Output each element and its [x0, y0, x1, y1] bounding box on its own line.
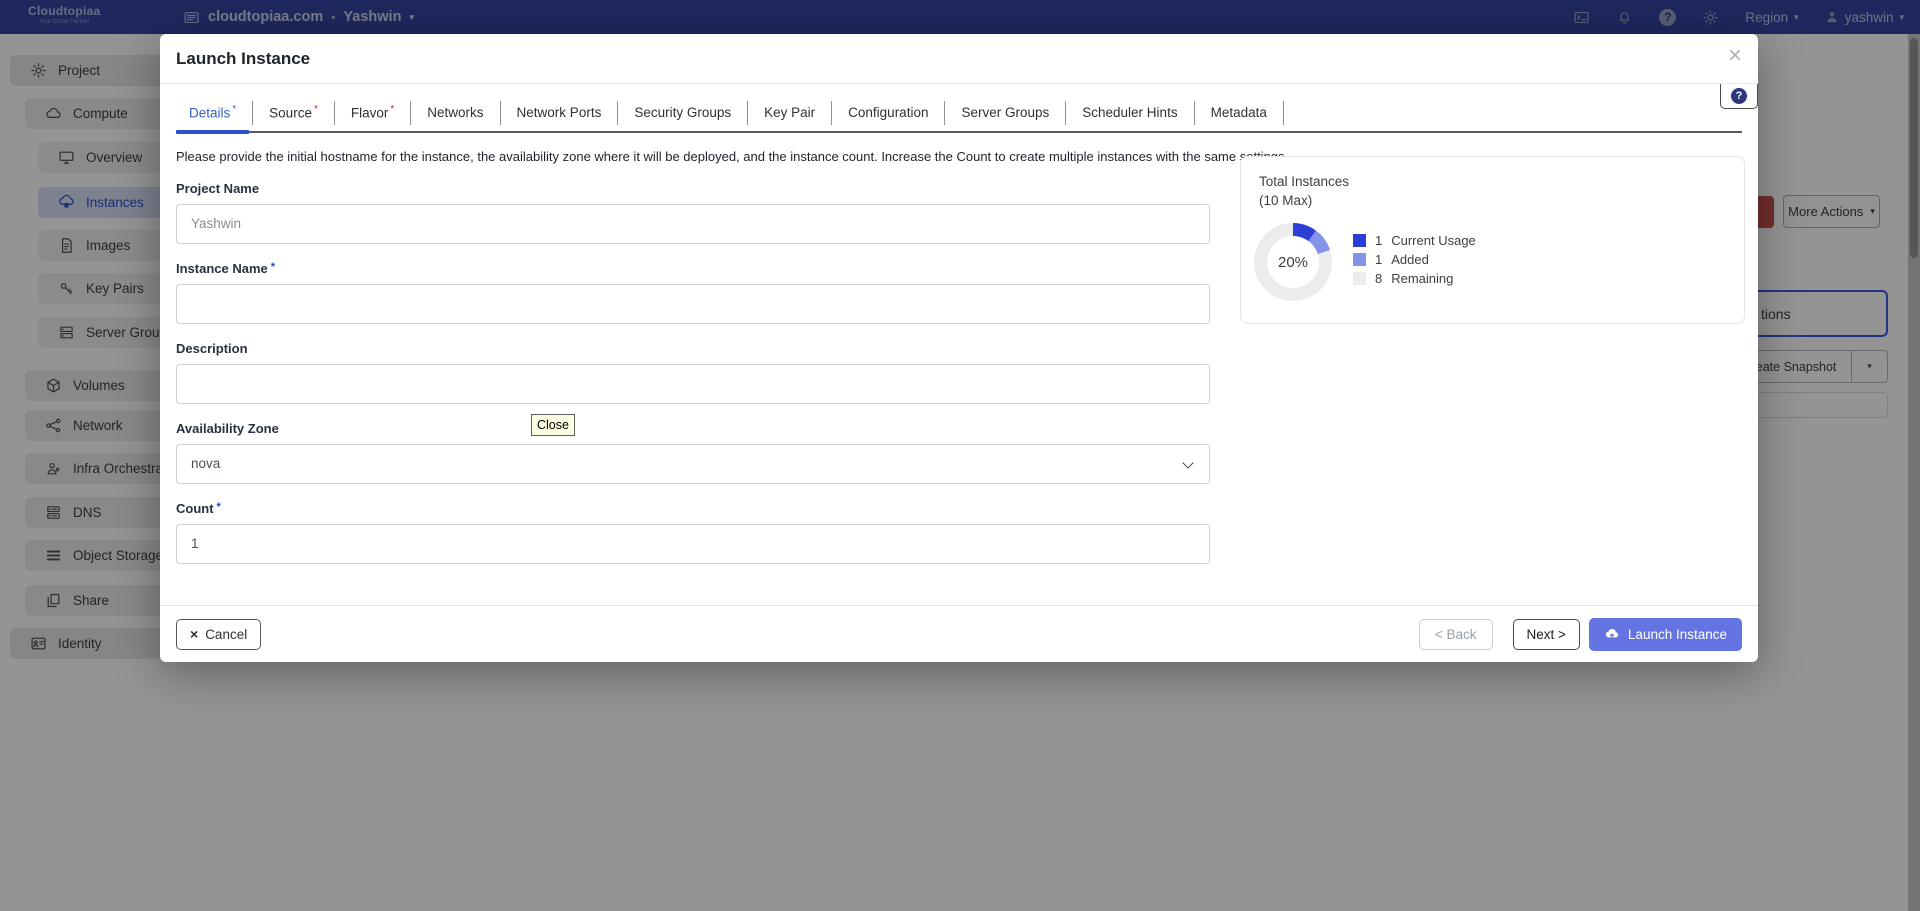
project-name-input[interactable]	[176, 204, 1210, 244]
legend-value: 1	[1375, 233, 1382, 248]
legend-label: Current Usage	[1391, 233, 1476, 248]
legend-value: 8	[1375, 271, 1382, 286]
quota-donut-chart: 20%	[1254, 223, 1332, 301]
tab-source[interactable]: Source*	[256, 96, 331, 131]
legend-label: Remaining	[1391, 271, 1453, 286]
count-field: Count*	[176, 501, 1742, 564]
tab-divider	[747, 101, 748, 125]
help-button[interactable]: ?	[1720, 84, 1758, 109]
tab-details[interactable]: Details*	[176, 96, 249, 131]
donut-ring: 20%	[1254, 223, 1332, 301]
launch-instance-label: Launch Instance	[1628, 627, 1727, 642]
tab-divider	[1065, 101, 1066, 125]
availability-zone-field: Availability Zone nova	[176, 421, 1742, 484]
app-root: Cloudtopiaa Your Cloud Partner cloudtopi…	[0, 0, 1920, 911]
required-marker: *	[217, 501, 221, 513]
tab-label: Configuration	[848, 105, 928, 120]
instance-name-input[interactable]	[176, 284, 1210, 324]
tab-label: Details	[189, 106, 230, 121]
tab-divider	[252, 101, 253, 125]
tab-network-ports[interactable]: Network Ports	[504, 97, 615, 130]
legend-swatch	[1353, 272, 1366, 285]
legend-swatch	[1353, 253, 1366, 266]
tab-label: Key Pair	[764, 105, 815, 120]
required-marker: *	[232, 104, 236, 115]
tab-configuration[interactable]: Configuration	[835, 97, 941, 130]
description-field: Description	[176, 341, 1742, 404]
close-tooltip: Close	[531, 414, 575, 436]
tab-divider	[1194, 101, 1195, 125]
description-label: Description	[176, 341, 1742, 356]
count-label: Count*	[176, 501, 1742, 516]
availability-zone-select[interactable]: nova	[176, 444, 1210, 484]
launch-instance-modal: Launch Instance × ? Details*Source*Flavo…	[160, 34, 1758, 662]
tab-key-pair[interactable]: Key Pair	[751, 97, 828, 130]
modal-title: Launch Instance	[176, 49, 310, 69]
quota-title-line1: Total Instances	[1259, 172, 1744, 191]
legend-swatch	[1353, 234, 1366, 247]
count-input[interactable]	[176, 524, 1210, 564]
tab-flavor[interactable]: Flavor*	[338, 96, 407, 131]
total-instances-quota-card: Total Instances (10 Max) 20% 1 Current Us…	[1240, 156, 1745, 324]
tab-label: Source	[269, 106, 312, 121]
tab-divider	[617, 101, 618, 125]
quota-title: Total Instances (10 Max)	[1259, 172, 1744, 210]
legend-row-remaining: 8 Remaining	[1353, 269, 1476, 288]
legend-row-added: 1 Added	[1353, 250, 1476, 269]
question-icon: ?	[1731, 88, 1747, 104]
back-label: < Back	[1435, 627, 1477, 642]
required-marker: *	[314, 104, 318, 115]
chevron-down-icon	[1182, 457, 1193, 468]
tab-server-groups[interactable]: Server Groups	[948, 97, 1062, 130]
tab-divider	[1283, 101, 1284, 125]
tab-scheduler-hints[interactable]: Scheduler Hints	[1069, 97, 1190, 130]
description-input[interactable]	[176, 364, 1210, 404]
modal-footer: × Cancel < Back Next > Launch Instance	[160, 605, 1758, 662]
tab-divider	[831, 101, 832, 125]
tab-divider	[334, 101, 335, 125]
tab-label: Metadata	[1211, 105, 1267, 120]
launch-instance-button[interactable]: Launch Instance	[1589, 618, 1742, 651]
donut-percent-label: 20%	[1267, 236, 1319, 288]
availability-zone-value: nova	[191, 456, 220, 471]
cancel-label: Cancel	[205, 627, 247, 642]
quota-title-line2: (10 Max)	[1259, 191, 1744, 210]
next-label: Next >	[1527, 627, 1566, 642]
cloud-upload-icon	[1604, 626, 1620, 642]
tab-metadata[interactable]: Metadata	[1198, 97, 1280, 130]
tab-security-groups[interactable]: Security Groups	[621, 97, 744, 130]
tab-label: Flavor	[351, 106, 389, 121]
tab-divider	[410, 101, 411, 125]
availability-zone-label: Availability Zone	[176, 421, 1742, 436]
legend-value: 1	[1375, 252, 1382, 267]
tab-label: Scheduler Hints	[1082, 105, 1177, 120]
cancel-button[interactable]: × Cancel	[176, 619, 261, 650]
required-marker: *	[390, 104, 394, 115]
tab-label: Server Groups	[961, 105, 1049, 120]
back-button[interactable]: < Back	[1419, 619, 1493, 650]
tab-label: Networks	[427, 105, 483, 120]
legend-row-current-usage: 1 Current Usage	[1353, 231, 1476, 250]
tab-networks[interactable]: Networks	[414, 97, 496, 130]
legend-label: Added	[1391, 252, 1429, 267]
next-button[interactable]: Next >	[1513, 619, 1580, 650]
modal-header: Launch Instance	[160, 34, 1758, 84]
wizard-tabs: Details*Source*Flavor*NetworksNetwork Po…	[176, 84, 1742, 133]
tab-divider	[944, 101, 945, 125]
tab-divider	[500, 101, 501, 125]
tab-label: Security Groups	[634, 105, 731, 120]
quota-legend: 1 Current Usage 1 Added 8 Remaining	[1353, 231, 1476, 288]
tab-label: Network Ports	[517, 105, 602, 120]
required-marker: *	[271, 261, 275, 273]
close-icon[interactable]: ×	[1728, 40, 1742, 71]
x-icon: ×	[190, 627, 198, 641]
